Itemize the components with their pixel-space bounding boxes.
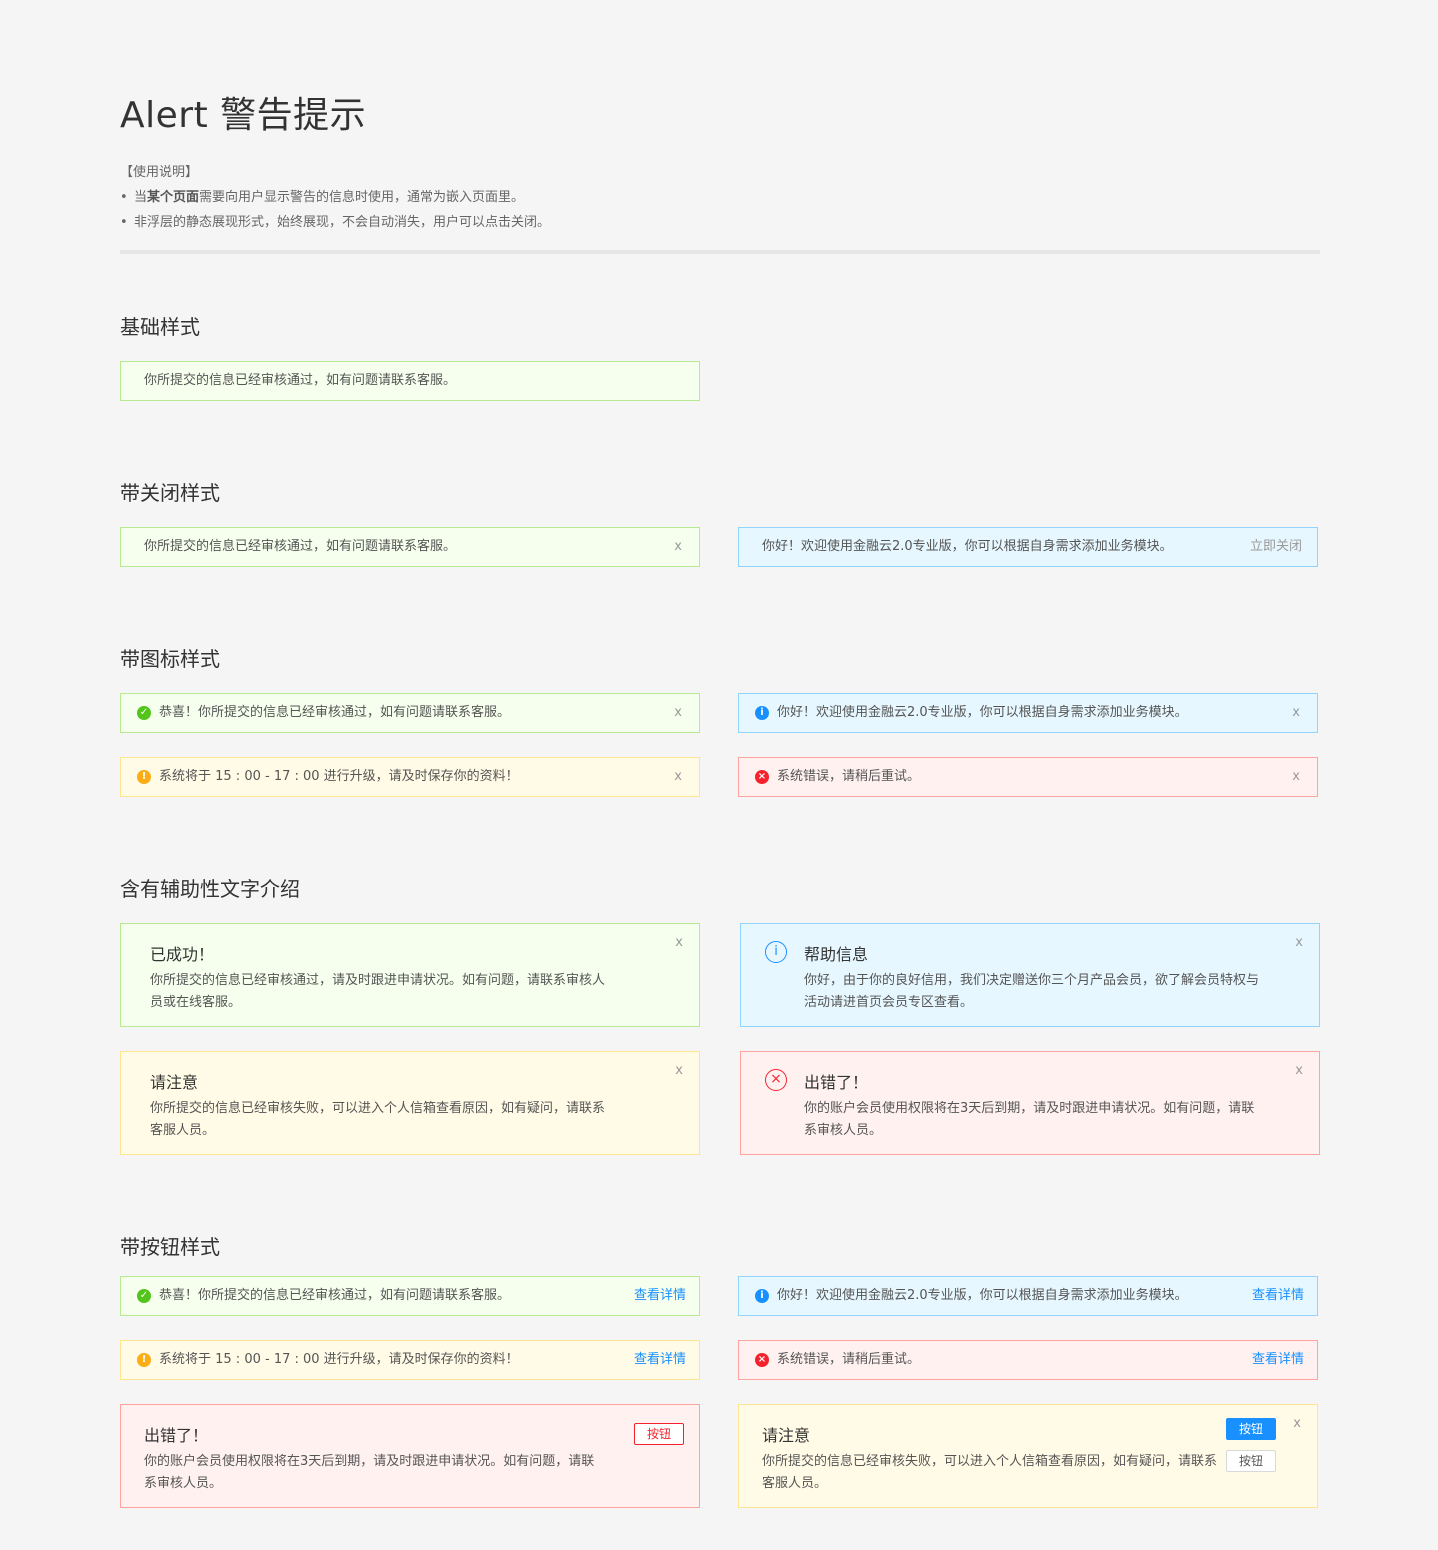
alert-title: 请注意 — [762, 1426, 811, 1445]
close-icon[interactable]: x — [1295, 934, 1303, 952]
alert-message: 你好！欢迎使用金融云2.0专业版，你可以根据自身需求添加业务模块。 — [777, 705, 1188, 720]
close-circle-icon: × — [755, 1353, 769, 1367]
button-warning-alert: ! 系统将于 15 : 00 - 17 : 00 进行升级，请及时保存你的资料！… — [120, 1340, 700, 1380]
alert-description: 你的账户会员使用权限将在3天后到期，请及时跟进申请状况。如有问题，请联系审核人员… — [144, 1454, 595, 1491]
check-circle-icon: ✓ — [137, 706, 151, 720]
alert-message: 恭喜！你所提交的信息已经审核通过，如有问题请联系客服。 — [159, 705, 511, 720]
exclamation-circle-icon: ! — [137, 1353, 151, 1367]
button-error-alert: × 系统错误，请稍后重试。 查看详情 — [738, 1340, 1318, 1380]
icon-info-alert: i 你好！欢迎使用金融云2.0专业版，你可以根据自身需求添加业务模块。 x — [738, 693, 1318, 733]
alert-title: 出错了！ — [804, 1073, 869, 1092]
closable-success-alert: 你所提交的信息已经审核通过，如有问题请联系客服。 x — [120, 527, 700, 567]
closable-info-alert: 你好！欢迎使用金融云2.0专业版，你可以根据自身需求添加业务模块。 立即关闭 — [738, 527, 1318, 567]
close-icon[interactable]: x — [674, 694, 682, 732]
button-info-alert: i 你好！欢迎使用金融云2.0专业版，你可以根据自身需求添加业务模块。 查看详情 — [738, 1276, 1318, 1316]
usage-notes: 【使用说明】 当某个页面需要向用户显示警告的信息时使用，通常为嵌入页面里。 非浮… — [120, 160, 550, 235]
close-icon[interactable]: x — [1293, 1415, 1301, 1433]
button-warning-big-alert: 请注意 你所提交的信息已经审核失败，可以进入个人信箱查看原因，如有疑问，请联系客… — [738, 1404, 1318, 1508]
button-error-big-alert: 出错了！ 你的账户会员使用权限将在3天后到期，请及时跟进申请状况。如有问题，请联… — [120, 1404, 700, 1508]
desc-error-alert: × 出错了！ 你的账户会员使用权限将在3天后到期，请及时跟进申请状况。如有问题，… — [740, 1051, 1320, 1155]
divider — [120, 250, 1320, 254]
alert-title: 请注意 — [150, 1073, 199, 1092]
desc-success-alert: 已成功！ 你所提交的信息已经审核通过，请及时跟进申请状况。如有问题，请联系审核人… — [120, 923, 700, 1027]
secondary-button[interactable]: 按钮 — [1226, 1450, 1276, 1472]
info-circle-icon: i — [765, 941, 787, 963]
alert-message: 系统错误，请稍后重试。 — [777, 1352, 921, 1367]
view-details-link[interactable]: 查看详情 — [1252, 1341, 1304, 1379]
icon-warning-alert: ! 系统将于 15 : 00 - 17 : 00 进行升级，请及时保存你的资料！… — [120, 757, 700, 797]
alert-description: 你所提交的信息已经审核失败，可以进入个人信箱查看原因，如有疑问，请联系客服人员。 — [150, 1101, 606, 1138]
close-icon[interactable]: x — [1295, 1062, 1303, 1080]
usage-heading: 【使用说明】 — [120, 165, 199, 180]
alert-message: 系统将于 15 : 00 - 17 : 00 进行升级，请及时保存你的资料！ — [159, 1352, 519, 1367]
close-now-button[interactable]: 立即关闭 — [1250, 528, 1302, 566]
usage-line-2: 非浮层的静态展现形式，始终展现，不会自动消失，用户可以点击关闭。 — [120, 210, 550, 235]
desc-warning-alert: 请注意 你所提交的信息已经审核失败，可以进入个人信箱查看原因，如有疑问，请联系客… — [120, 1051, 700, 1155]
close-circle-icon: × — [765, 1069, 787, 1091]
alert-description: 你好，由于你的良好信用，我们决定赠送你三个月产品会员，欲了解会员特权与活动请进首… — [804, 973, 1260, 1010]
alert-message: 你好！欢迎使用金融云2.0专业版，你可以根据自身需求添加业务模块。 — [777, 1288, 1188, 1303]
close-icon[interactable]: x — [1292, 694, 1300, 732]
alert-message: 你好！欢迎使用金融云2.0专业版，你可以根据自身需求添加业务模块。 — [762, 539, 1173, 554]
page-title: Alert 警告提示 — [120, 95, 367, 136]
close-icon[interactable]: x — [675, 1062, 683, 1080]
close-icon[interactable]: x — [675, 934, 683, 952]
icon-success-alert: ✓ 恭喜！你所提交的信息已经审核通过，如有问题请联系客服。 x — [120, 693, 700, 733]
alert-message: 你所提交的信息已经审核通过，如有问题请联系客服。 — [144, 373, 457, 388]
close-icon[interactable]: x — [1292, 758, 1300, 796]
alert-title: 帮助信息 — [804, 945, 869, 964]
section-title-button: 带按钮样式 — [120, 1235, 220, 1259]
alert-message: 恭喜！你所提交的信息已经审核通过，如有问题请联系客服。 — [159, 1288, 511, 1303]
exclamation-circle-icon: ! — [137, 770, 151, 784]
info-circle-icon: i — [755, 1289, 769, 1303]
action-button[interactable]: 按钮 — [634, 1423, 684, 1445]
section-title-basic: 基础样式 — [120, 315, 200, 339]
section-title-icon: 带图标样式 — [120, 647, 220, 671]
alert-description: 你所提交的信息已经审核失败，可以进入个人信箱查看原因，如有疑问，请联系客服人员。 — [762, 1454, 1218, 1491]
button-success-alert: ✓ 恭喜！你所提交的信息已经审核通过，如有问题请联系客服。 查看详情 — [120, 1276, 700, 1316]
check-circle-icon: ✓ — [137, 1289, 151, 1303]
section-title-closable: 带关闭样式 — [120, 481, 220, 505]
desc-info-alert: i 帮助信息 你好，由于你的良好信用，我们决定赠送你三个月产品会员，欲了解会员特… — [740, 923, 1320, 1027]
close-icon[interactable]: x — [674, 528, 682, 566]
alert-title: 出错了！ — [144, 1426, 209, 1445]
view-details-link[interactable]: 查看详情 — [634, 1277, 686, 1315]
section-title-description: 含有辅助性文字介绍 — [120, 877, 300, 901]
alert-message: 系统错误，请稍后重试。 — [777, 769, 921, 784]
info-circle-icon: i — [755, 706, 769, 720]
usage-line-1: 当某个页面需要向用户显示警告的信息时使用，通常为嵌入页面里。 — [120, 185, 550, 210]
primary-button[interactable]: 按钮 — [1226, 1418, 1276, 1440]
alert-title: 已成功！ — [150, 945, 215, 964]
alert-message: 你所提交的信息已经审核通过，如有问题请联系客服。 — [144, 539, 457, 554]
basic-success-alert: 你所提交的信息已经审核通过，如有问题请联系客服。 — [120, 361, 700, 401]
icon-error-alert: × 系统错误，请稍后重试。 x — [738, 757, 1318, 797]
alert-description: 你的账户会员使用权限将在3天后到期，请及时跟进申请状况。如有问题，请联系审核人员… — [804, 1101, 1255, 1138]
view-details-link[interactable]: 查看详情 — [1252, 1277, 1304, 1315]
alert-message: 系统将于 15 : 00 - 17 : 00 进行升级，请及时保存你的资料！ — [159, 769, 519, 784]
close-icon[interactable]: x — [674, 758, 682, 796]
close-circle-icon: × — [755, 770, 769, 784]
alert-description: 你所提交的信息已经审核通过，请及时跟进申请状况。如有问题，请联系审核人员或在线客… — [150, 973, 606, 1010]
view-details-link[interactable]: 查看详情 — [634, 1341, 686, 1379]
